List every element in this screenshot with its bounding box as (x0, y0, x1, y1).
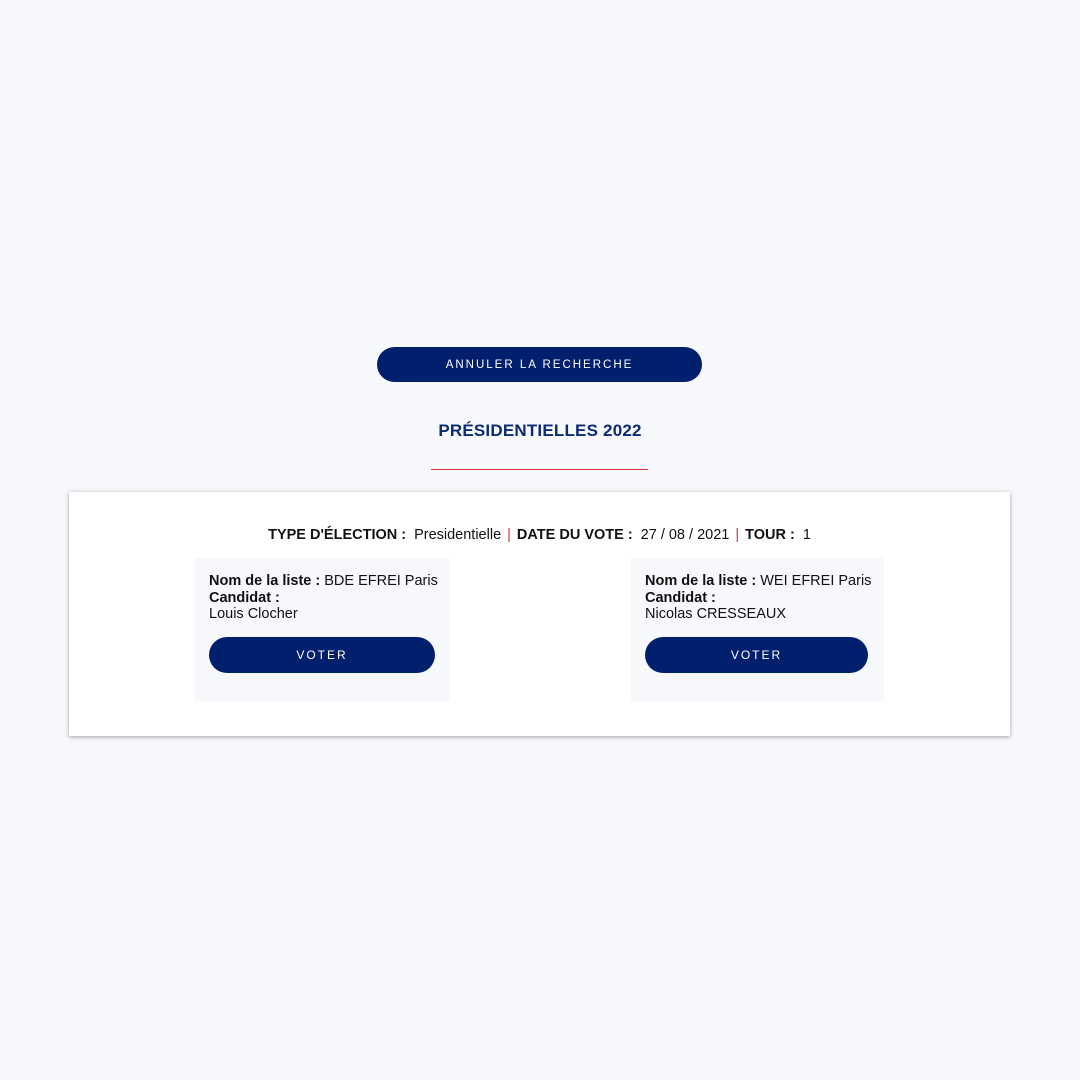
round-value: 1 (802, 527, 811, 543)
list-name-value: WEI EFREI Paris (760, 573, 872, 589)
candidate-name: Nicolas CRESSEAUX (645, 606, 787, 622)
round-label: TOUR : (745, 527, 795, 543)
candidate-line: Candidat : (645, 590, 870, 607)
list-name-label: Nom de la liste : (209, 573, 321, 589)
meta-separator: | (735, 527, 740, 543)
vote-date-value: 27 / 08 / 2021 (640, 527, 730, 543)
election-meta: TYPE D'ÉLECTION : Presidentielle | DATE DU … (69, 527, 1010, 543)
vote-date-label: DATE DU VOTE : (516, 527, 633, 543)
meta-separator: | (507, 527, 511, 543)
list-name-label: Nom de la liste : (645, 573, 757, 589)
list-name-line: Nom de la liste : WEI EFREI Paris (645, 573, 872, 590)
candidate-name: Louis Clocher (209, 606, 298, 622)
cancel-search-button[interactable]: ANNULER LA RECHERCHE (377, 347, 702, 382)
election-card: TYPE D'ÉLECTION : Presidentielle | DATE DU … (69, 492, 1010, 736)
candidate-label: Candidat : (209, 589, 280, 606)
candidate-line: Candidat : (209, 590, 436, 607)
list-name-line: Nom de la liste : BDE EFREI Paris (209, 573, 438, 590)
candidate-card: Nom de la liste : WEI EFREI Paris Candid… (631, 558, 884, 701)
candidate-card: Nom de la liste : BDE EFREI Paris Candid… (195, 558, 450, 701)
list-name-value: BDE EFREI Paris (324, 573, 438, 589)
candidate-label: Candidat : (645, 589, 716, 606)
election-type-label: TYPE D'ÉLECTION : (268, 527, 407, 543)
title-underline (431, 469, 648, 470)
page-title: PRÉSIDENTIELLES 2022 (438, 421, 642, 440)
election-type-value: Presidentielle (414, 527, 502, 543)
vote-button[interactable]: VOTER (645, 637, 868, 673)
vote-button[interactable]: VOTER (209, 637, 435, 673)
